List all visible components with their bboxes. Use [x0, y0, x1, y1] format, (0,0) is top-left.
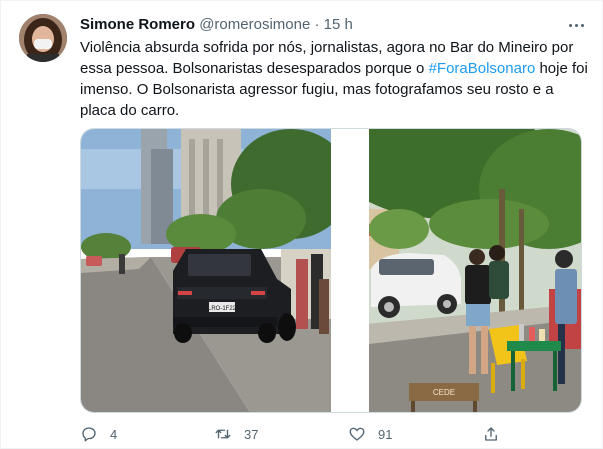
tweet-card[interactable]: Simone Romero @romerosimone · 15 h Violê… [0, 0, 603, 449]
share-icon [485, 427, 497, 441]
share-button[interactable] [482, 425, 512, 443]
photo-sidewalk-scene[interactable]: CEDE [339, 129, 581, 412]
tweet-actions: 4 37 91 [80, 425, 590, 447]
sign-text: CEDE [433, 388, 455, 397]
tweet-text: Violência absurda sofrida por nós, jorna… [80, 37, 590, 121]
reply-button[interactable]: 4 [80, 425, 117, 443]
like-button[interactable]: 91 [348, 425, 392, 443]
photo-street-car[interactable]: LRO-1F22 [81, 129, 351, 412]
tweet-media: LRO-1F22 CEDE [80, 128, 582, 413]
retweet-button[interactable]: 37 [214, 425, 258, 443]
retweet-count: 37 [244, 426, 259, 442]
tweet-header: Simone Romero @romerosimone · 15 h [80, 15, 353, 35]
author-handle[interactable]: @romerosimone [199, 16, 310, 33]
heart-icon [349, 427, 365, 441]
tweet-timestamp[interactable]: 15 h [324, 16, 353, 33]
license-plate-text: LRO-1F22 [208, 306, 237, 312]
more-options-icon[interactable] [564, 15, 588, 35]
like-count: 91 [378, 426, 393, 442]
author-name[interactable]: Simone Romero [80, 16, 195, 33]
media-gap [331, 129, 369, 412]
hashtag-link[interactable]: #ForaBolsonaro [429, 60, 536, 77]
reply-icon [82, 427, 96, 442]
reply-count: 4 [110, 426, 118, 442]
header-separator: · [314, 16, 320, 33]
retweet-icon [215, 429, 231, 439]
avatar[interactable] [19, 14, 67, 62]
